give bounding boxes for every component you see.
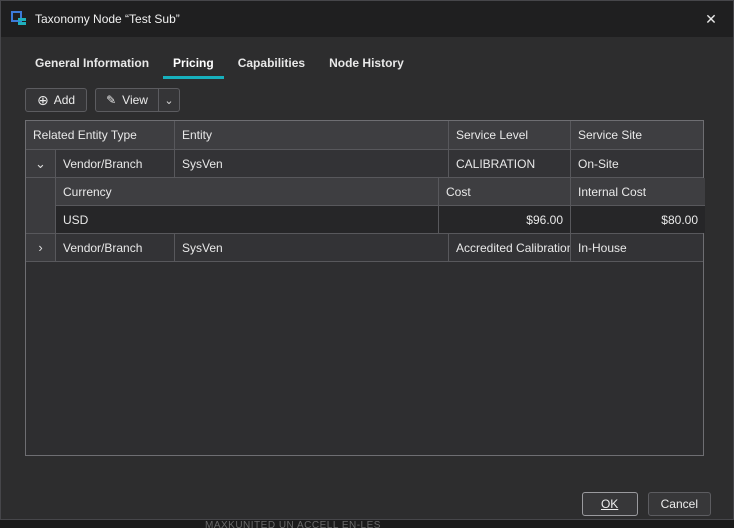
cell-entity: SysVen	[175, 234, 449, 261]
ok-button[interactable]: OK	[582, 492, 638, 516]
cell-cost: $96.00	[439, 206, 571, 233]
pencil-icon: ✎	[106, 94, 116, 106]
chevron-down-icon: ⌄	[164, 94, 173, 107]
view-button-label: View	[122, 93, 148, 107]
row-expander-button[interactable]: ›	[26, 234, 56, 261]
cell-entity: SysVen	[175, 150, 449, 177]
grid-header-row: Related Entity Type Entity Service Level…	[26, 121, 703, 150]
chevron-down-icon: ⌄	[35, 156, 46, 172]
column-header-related-entity-type[interactable]: Related Entity Type	[26, 121, 175, 149]
window-title: Taxonomy Node “Test Sub”	[35, 12, 180, 26]
column-header-service-level[interactable]: Service Level	[449, 121, 571, 149]
detail-table: Currency Cost Internal Cost USD $96.00 $…	[56, 178, 705, 233]
tab-capabilities[interactable]: Capabilities	[228, 52, 315, 79]
column-header-internal-cost[interactable]: Internal Cost	[571, 178, 705, 205]
detail-gutter	[26, 178, 56, 233]
cell-currency: USD	[56, 206, 439, 233]
add-button[interactable]: ⊕ Add	[25, 88, 87, 112]
cell-internal-cost: $80.00	[571, 206, 705, 233]
toolbar: ⊕ Add ✎ View ⌄	[25, 88, 180, 112]
view-dropdown-button[interactable]: ⌄	[158, 89, 179, 111]
table-row[interactable]: ⌄ Vendor/Branch SysVen CALIBRATION On-Si…	[26, 150, 703, 178]
cell-service-level: Accredited Calibration	[449, 234, 571, 261]
add-button-label: Add	[54, 93, 75, 107]
close-button[interactable]: ✕	[689, 1, 733, 37]
cell-service-level: CALIBRATION	[449, 150, 571, 177]
column-header-entity[interactable]: Entity	[175, 121, 449, 149]
detail-row[interactable]: USD $96.00 $80.00	[56, 206, 705, 233]
column-header-currency[interactable]: Currency	[56, 178, 439, 205]
background-window-strip: MAXKUNITED UN ACCELL EN-LES	[0, 520, 734, 528]
cell-related-entity-type: Vendor/Branch	[56, 234, 175, 261]
tab-strip: General Information Pricing Capabilities…	[25, 53, 414, 79]
dialog-window: Taxonomy Node “Test Sub” ✕ General Infor…	[0, 0, 734, 520]
close-icon: ✕	[705, 11, 717, 28]
view-button[interactable]: ✎ View	[96, 89, 158, 111]
cancel-button[interactable]: Cancel	[648, 492, 711, 516]
add-circle-plus-icon: ⊕	[37, 93, 49, 107]
cell-service-site: In-House	[571, 234, 703, 261]
grid-empty-area	[26, 262, 703, 455]
title-bar: Taxonomy Node “Test Sub” ✕	[1, 1, 733, 37]
taxonomy-node-icon	[11, 11, 27, 27]
tab-node-history[interactable]: Node History	[319, 52, 414, 79]
dialog-footer: OK Cancel	[582, 492, 711, 516]
row-expander-button[interactable]: ⌄	[26, 150, 56, 177]
detail-header-row: Currency Cost Internal Cost	[56, 178, 705, 206]
cell-related-entity-type: Vendor/Branch	[56, 150, 175, 177]
pricing-grid: Related Entity Type Entity Service Level…	[25, 120, 704, 456]
row-detail-section: Currency Cost Internal Cost USD $96.00 $…	[26, 178, 703, 234]
column-header-cost[interactable]: Cost	[439, 178, 571, 205]
tab-general-information[interactable]: General Information	[25, 52, 159, 79]
cell-service-site: On-Site	[571, 150, 703, 177]
chevron-right-icon: ›	[38, 240, 42, 255]
background-watermark-text: MAXKUNITED UN ACCELL EN-LES	[205, 520, 381, 528]
tab-pricing[interactable]: Pricing	[163, 52, 224, 79]
column-header-service-site[interactable]: Service Site	[571, 121, 703, 149]
table-row[interactable]: › Vendor/Branch SysVen Accredited Calibr…	[26, 234, 703, 262]
view-split-button: ✎ View ⌄	[95, 88, 180, 112]
